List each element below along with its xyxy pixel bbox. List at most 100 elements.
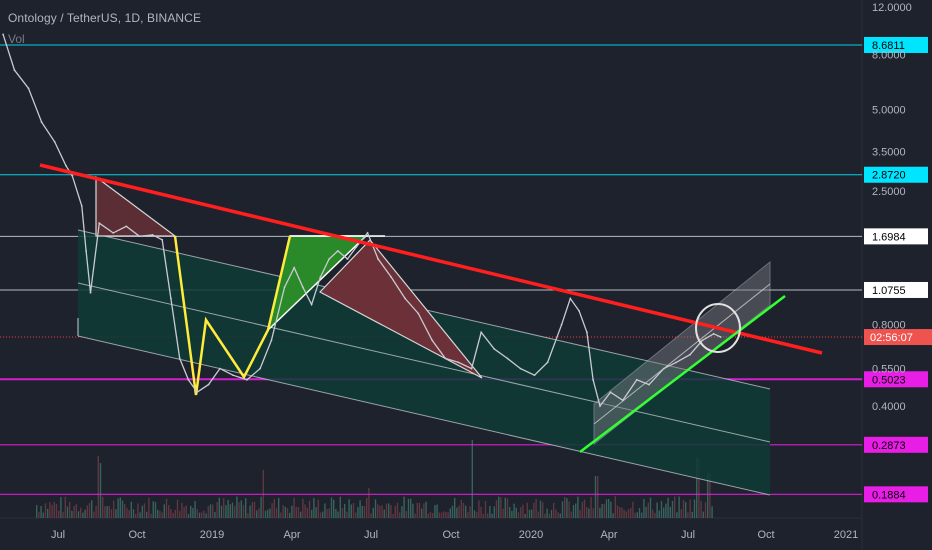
volume-bar [687,512,689,518]
volume-label: Vol [8,32,25,46]
volume-bar [623,509,625,518]
volume-bar [249,505,251,518]
volume-bar [214,511,216,518]
volume-bar [322,511,324,518]
volume-bar [326,509,328,518]
volume-bar [621,507,623,518]
volume-bar [559,513,561,518]
volume-bar [150,513,152,518]
volume-bar [399,512,401,518]
volume-bar [297,506,300,518]
volume-bar [546,508,548,518]
volume-bar [704,501,707,518]
volume-bar [110,509,113,518]
volume-bar [77,511,80,518]
volume-bar [304,504,306,518]
price-tick-label: 8.0000 [872,50,906,62]
volume-bar [106,506,108,518]
price-level-badge[interactable]: 2.8720 [864,166,928,183]
volume-bar [671,500,674,518]
price-level-badge[interactable]: 0.2873 [864,436,928,453]
volume-bar [341,507,344,518]
volume-bar [234,506,236,518]
price-point [519,367,522,370]
price-point [578,309,580,312]
volume-bar [636,512,638,518]
price-point [546,361,549,364]
volume-bar [209,504,212,518]
volume-bar [528,509,531,518]
volume-bar [293,497,295,518]
volume-bar [168,505,170,518]
volume-bar [581,501,583,518]
price-level-label: 1.6984 [872,231,906,243]
volume-bar [418,502,421,518]
price-level-badge[interactable]: 1.6984 [864,228,928,245]
volume-bar [658,510,660,518]
volume-bar [361,505,363,518]
volume-bar [154,502,157,518]
volume-bar [183,506,185,518]
volume-bar [104,506,106,518]
price-point [675,361,677,364]
volume-bar [269,508,271,518]
volume-bar [60,497,62,518]
symbol-title[interactable]: Ontology / TetherUS, 1D, BINANCE [8,11,201,25]
volume-bar [663,507,665,518]
volume-bar [99,463,102,518]
price-point [293,266,296,269]
volume-bar [115,509,117,518]
volume-bar [484,500,487,518]
price-point [701,339,704,342]
price-point [533,374,536,377]
volume-bar [165,498,168,518]
volume-bar [205,513,207,518]
price-point [65,164,67,167]
volume-bar [548,513,550,518]
volume-bar [53,501,55,518]
volume-bar [58,510,60,518]
volume-bar [517,512,520,518]
volume-bar [187,513,190,518]
volume-bar [592,508,594,518]
volume-bar [454,497,456,518]
volume-bar [36,505,38,518]
time-tick-label: 2021 [834,529,858,541]
volume-bar [685,502,687,518]
price-point [259,367,261,370]
price-point [662,367,665,370]
volume-bar [619,507,621,518]
volume-bar [531,509,533,518]
price-point [719,336,722,338]
volume-bar [227,499,229,518]
price-point [328,258,331,260]
time-tick-label: Apr [600,529,617,541]
volume-bar [308,500,311,518]
volume-bar [649,497,652,518]
volume-bar [586,507,588,518]
price-point [336,250,339,252]
chart-container: 8.6811 2.8720 1.6984 1.0755 0.5023 0.2873 0.18… [0,0,932,550]
price-level-badge[interactable]: 1.0755 [864,281,928,298]
volume-bar [141,505,143,518]
price-point [207,383,210,386]
volume-bar [491,513,493,518]
volume-bar [278,497,280,518]
price-point [2,33,5,36]
price-level-badge[interactable]: 0.1884 [864,486,928,503]
time-tick-label: Oct [442,529,459,541]
price-level-label: 0.5023 [872,374,906,386]
volume-bar [231,502,234,518]
volume-bar [423,503,425,518]
price-level-label: 0.1884 [872,489,906,501]
volume-bar [627,509,630,518]
volume-bar [260,496,262,518]
volume-bar [95,505,97,518]
price-chart[interactable]: 8.68112.87201.69841.07550.50230.28730.18… [0,0,932,550]
volume-bar [355,512,357,518]
volume-bar [286,508,289,518]
volume-bar [443,511,445,518]
price-point [506,357,509,360]
volume-bar [319,512,322,518]
volume-bar [414,513,416,518]
